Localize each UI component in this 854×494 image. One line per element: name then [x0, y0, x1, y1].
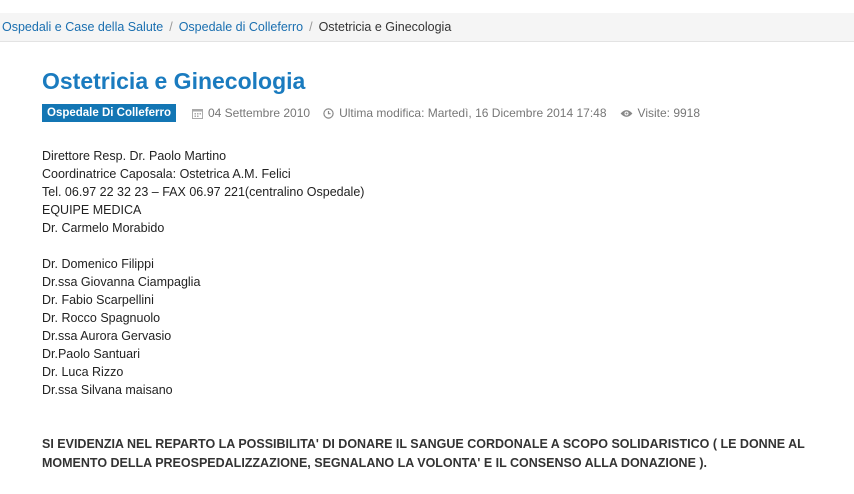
article-meta: Ospedale Di Colleferro 04 Settembre 2010… — [42, 104, 713, 122]
page-title[interactable]: Ostetricia e Ginecologia — [42, 68, 305, 95]
eye-icon — [620, 109, 632, 117]
breadcrumb-separator: / — [169, 20, 173, 34]
staff-list-item: Dr.ssa Aurora Gervasio — [42, 329, 172, 343]
modified-date-text: Ultima modifica: Martedì, 16 Dicembre 20… — [339, 106, 607, 120]
article-body: Direttore Resp. Dr. Paolo Martino Coordi… — [42, 147, 364, 399]
hits-count: Visite: 9918 — [620, 106, 701, 120]
staff-line: Direttore Resp. Dr. Paolo Martino — [42, 149, 227, 163]
staff-line: Coordinatrice Caposala: Ostetrica A.M. F… — [42, 167, 291, 181]
breadcrumb-link-colleferro[interactable]: Ospedale di Colleferro — [179, 20, 303, 34]
breadcrumb-current: Ostetricia e Ginecologia — [318, 20, 452, 34]
staff-line: EQUIPE MEDICA — [42, 203, 142, 217]
staff-list-item: Dr. Rocco Spagnuolo — [42, 311, 161, 325]
breadcrumb-separator: / — [309, 20, 313, 34]
clock-icon — [323, 107, 334, 119]
breadcrumb: Ospedali e Case della Salute / Ospedale di… — [0, 13, 854, 42]
staff-line: Tel. 06.97 22 32 23 – FAX 06.97 221(cent… — [42, 185, 365, 199]
staff-list-item: Dr.Paolo Santuari — [42, 347, 140, 361]
modified-date: Ultima modifica: Martedì, 16 Dicembre 20… — [323, 106, 607, 120]
calendar-icon — [191, 108, 203, 119]
breadcrumb-link-ospedali[interactable]: Ospedali e Case della Salute — [2, 20, 163, 34]
published-date: 04 Settembre 2010 — [191, 106, 311, 120]
staff-list-item: Dr. Luca Rizzo — [42, 365, 124, 379]
category-badge[interactable]: Ospedale Di Colleferro — [42, 104, 176, 122]
staff-line: Dr. Carmelo Morabido — [42, 221, 165, 235]
staff-list-item: Dr.ssa Giovanna Ciampaglia — [42, 275, 201, 289]
published-date-text: 04 Settembre 2010 — [207, 106, 311, 120]
donation-notice: SI EVIDENZIA NEL REPARTO LA POSSIBILITA'… — [42, 437, 805, 470]
hits-text: Visite: 9918 — [637, 106, 701, 120]
staff-list-item: Dr.ssa Silvana maisano — [42, 383, 173, 397]
staff-list-item: Dr. Fabio Scarpellini — [42, 293, 154, 307]
staff-list-item: Dr. Domenico Filippi — [42, 257, 154, 271]
